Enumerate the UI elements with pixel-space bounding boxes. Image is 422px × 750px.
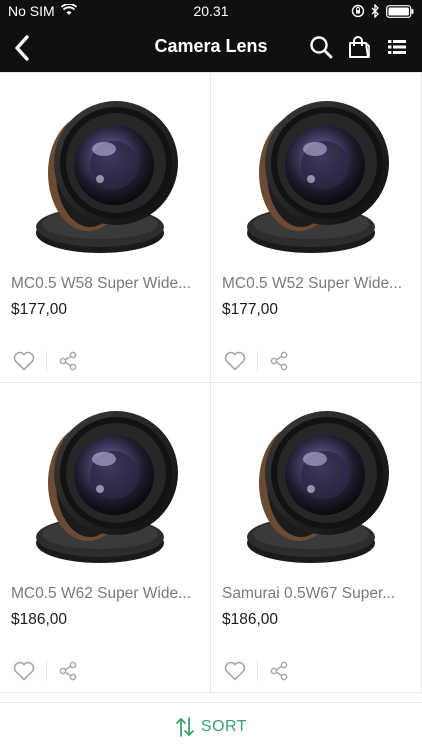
share-button[interactable] <box>268 350 290 372</box>
heart-icon <box>224 351 246 371</box>
back-button[interactable] <box>6 32 38 64</box>
sort-label: SORT <box>200 717 248 735</box>
product-price: $186,00 <box>11 611 68 628</box>
orientation-lock-icon <box>351 4 365 23</box>
product-image[interactable] <box>30 397 180 567</box>
heart-icon <box>224 661 246 681</box>
sort-button[interactable]: SORT <box>0 702 422 750</box>
share-button[interactable] <box>57 660 79 682</box>
product-card[interactable]: Samurai 0.5W67 Super... $186,00 <box>211 383 422 693</box>
product-name[interactable]: MC0.5 W62 Super Wide... <box>11 585 201 603</box>
share-icon <box>59 351 77 371</box>
divider <box>46 661 47 681</box>
heart-icon <box>13 351 35 371</box>
product-price: $177,00 <box>11 301 68 318</box>
bluetooth-icon <box>371 3 380 23</box>
nav-bar: Camera Lens <box>0 24 422 72</box>
menu-button[interactable] <box>384 34 410 60</box>
product-card[interactable]: MC0.5 W58 Super Wide... $177,00 <box>0 73 211 383</box>
cart-button[interactable] <box>346 34 372 60</box>
wishlist-button[interactable] <box>223 349 247 373</box>
product-image[interactable] <box>241 87 391 257</box>
card-actions <box>223 659 413 683</box>
wishlist-button[interactable] <box>12 659 36 683</box>
product-name[interactable]: Samurai 0.5W67 Super... <box>222 585 412 603</box>
sort-arrows-icon <box>176 716 194 737</box>
list-menu-icon <box>388 40 406 54</box>
share-button[interactable] <box>57 350 79 372</box>
search-icon <box>310 36 333 59</box>
shopping-bag-icon <box>349 36 370 58</box>
product-price: $186,00 <box>222 611 279 628</box>
divider <box>257 661 258 681</box>
product-name[interactable]: MC0.5 W58 Super Wide... <box>11 275 201 293</box>
product-price: $177,00 <box>222 301 279 318</box>
app-header: No SIM 20.31 Camera Lens <box>0 0 422 72</box>
product-card[interactable]: MC0.5 W52 Super Wide... $177,00 <box>211 73 422 383</box>
status-right <box>351 3 414 23</box>
wishlist-button[interactable] <box>223 659 247 683</box>
share-button[interactable] <box>268 660 290 682</box>
wishlist-button[interactable] <box>12 349 36 373</box>
share-icon <box>270 351 288 371</box>
nav-actions <box>308 34 410 60</box>
share-icon <box>270 661 288 681</box>
card-actions <box>12 659 202 683</box>
status-bar: No SIM 20.31 <box>0 0 422 24</box>
product-card[interactable]: MC0.5 W62 Super Wide... $186,00 <box>0 383 211 693</box>
heart-icon <box>13 661 35 681</box>
card-actions <box>12 349 202 373</box>
product-grid: MC0.5 W58 Super Wide... $177,00 MC0.5 W5… <box>0 72 422 702</box>
share-icon <box>59 661 77 681</box>
battery-icon <box>386 4 414 23</box>
back-icon <box>15 35 29 61</box>
product-image[interactable] <box>241 397 391 567</box>
divider <box>46 351 47 371</box>
product-name[interactable]: MC0.5 W52 Super Wide... <box>222 275 412 293</box>
card-actions <box>223 349 413 373</box>
product-image[interactable] <box>30 87 180 257</box>
search-button[interactable] <box>308 34 334 60</box>
divider <box>257 351 258 371</box>
